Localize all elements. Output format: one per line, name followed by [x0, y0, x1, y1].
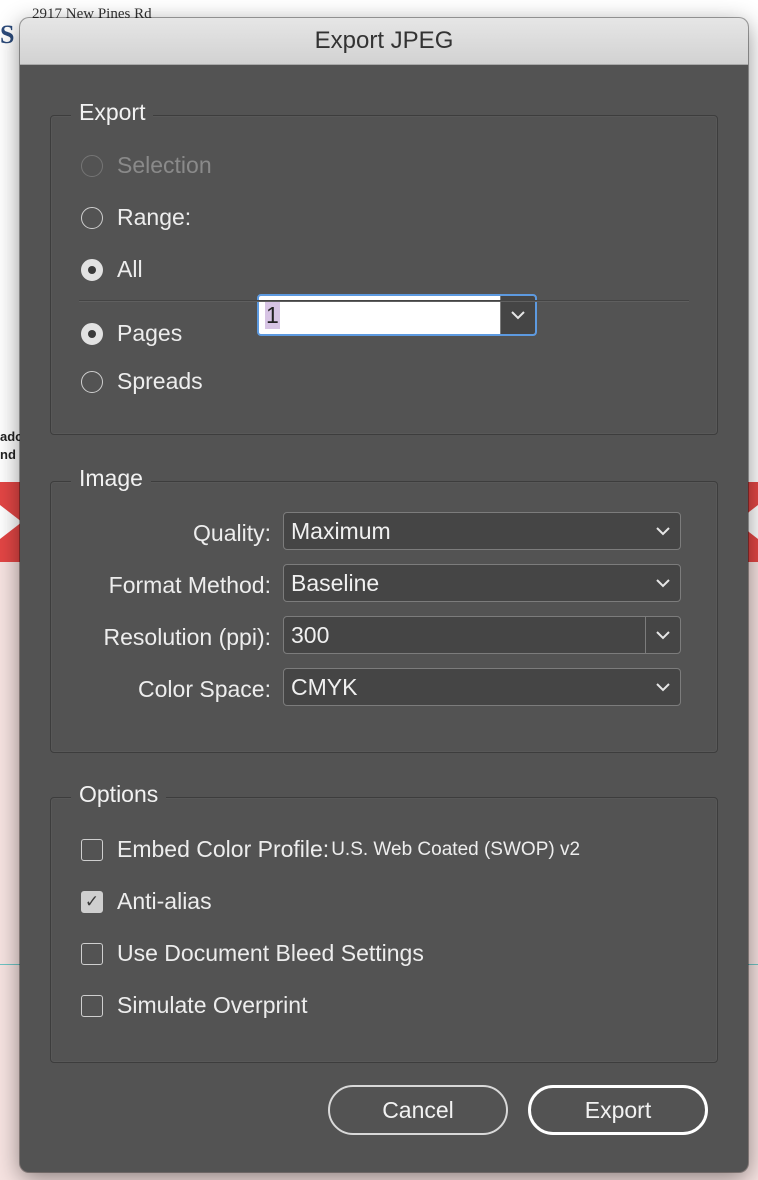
- embed-color-profile-label: Embed Color Profile:: [117, 836, 330, 862]
- format-method-label: Format Method:: [108, 572, 271, 598]
- chevron-down-icon: [656, 682, 670, 691]
- pages-option[interactable]: Pages: [81, 320, 182, 347]
- simulate-overprint-label: Simulate Overprint: [117, 992, 308, 1018]
- format-method-dropdown-button[interactable]: [646, 565, 680, 601]
- image-group-title: Image: [71, 465, 151, 492]
- chevron-down-icon: [656, 526, 670, 535]
- chevron-down-icon: [656, 578, 670, 587]
- spreads-option[interactable]: Spreads: [81, 368, 203, 395]
- export-group: Export Selection Range: 1 All Pages Spre…: [50, 99, 718, 435]
- quality-select[interactable]: Maximum: [283, 512, 681, 550]
- export-divider: [79, 300, 689, 302]
- pages-label: Pages: [117, 320, 183, 346]
- embed-color-profile-checkbox[interactable]: [81, 838, 103, 861]
- use-bleed-option[interactable]: Use Document Bleed Settings: [81, 940, 424, 967]
- quality-value: Maximum: [291, 517, 391, 544]
- anti-alias-checkbox[interactable]: ✓: [81, 890, 103, 913]
- options-group-title: Options: [71, 781, 167, 808]
- all-radio[interactable]: [81, 258, 103, 281]
- image-group: Image Quality: Maximum Format Method: Ba…: [50, 465, 718, 753]
- selection-radio: [81, 154, 103, 177]
- chevron-down-icon: [656, 630, 670, 639]
- color-space-select[interactable]: CMYK: [283, 668, 681, 706]
- all-option[interactable]: All: [81, 256, 143, 283]
- resolution-combobox[interactable]: 300: [283, 616, 681, 654]
- pages-radio[interactable]: [81, 322, 103, 345]
- selection-label: Selection: [117, 152, 212, 178]
- resolution-dropdown-button[interactable]: [645, 617, 680, 653]
- color-space-dropdown-button[interactable]: [646, 669, 680, 705]
- export-group-title: Export: [71, 99, 154, 126]
- color-space-label: Color Space:: [138, 676, 271, 702]
- spreads-label: Spreads: [117, 368, 203, 394]
- export-jpeg-dialog: Export JPEG Export Selection Range: 1 Al…: [20, 18, 748, 1172]
- anti-alias-label: Anti-alias: [117, 888, 212, 914]
- range-input-value: 1: [265, 301, 280, 329]
- format-method-select[interactable]: Baseline: [283, 564, 681, 602]
- range-label: Range:: [117, 204, 192, 230]
- format-method-value: Baseline: [291, 569, 380, 596]
- quality-dropdown-button[interactable]: [646, 513, 680, 549]
- background-logo-fragment: S: [0, 20, 15, 49]
- checkmark-icon: ✓: [84, 892, 100, 911]
- use-bleed-checkbox[interactable]: [81, 942, 103, 965]
- spreads-radio[interactable]: [81, 370, 103, 393]
- dialog-title: Export JPEG: [314, 27, 454, 54]
- simulate-overprint-option[interactable]: Simulate Overprint: [81, 992, 307, 1019]
- color-space-value: CMYK: [291, 673, 358, 700]
- selection-option: Selection: [81, 152, 212, 179]
- dialog-titlebar[interactable]: Export JPEG: [20, 18, 748, 65]
- options-group: Options Embed Color Profile: U.S. Web Co…: [50, 781, 718, 1063]
- resolution-input[interactable]: 300: [284, 622, 645, 649]
- export-button[interactable]: Export: [528, 1085, 708, 1135]
- background-arrow-left: [0, 505, 22, 539]
- color-profile-name: U.S. Web Coated (SWOP) v2: [331, 838, 581, 860]
- use-bleed-label: Use Document Bleed Settings: [117, 940, 424, 966]
- chevron-down-icon: [511, 310, 525, 319]
- range-option[interactable]: Range:: [81, 204, 191, 231]
- quality-label: Quality:: [193, 520, 271, 546]
- simulate-overprint-checkbox[interactable]: [81, 994, 103, 1017]
- embed-color-profile-option[interactable]: Embed Color Profile: U.S. Web Coated (SW…: [81, 836, 580, 863]
- range-radio[interactable]: [81, 206, 103, 229]
- resolution-label: Resolution (ppi):: [103, 624, 271, 650]
- cancel-button[interactable]: Cancel: [328, 1085, 508, 1135]
- anti-alias-option[interactable]: ✓ Anti-alias: [81, 888, 212, 915]
- all-label: All: [117, 256, 143, 282]
